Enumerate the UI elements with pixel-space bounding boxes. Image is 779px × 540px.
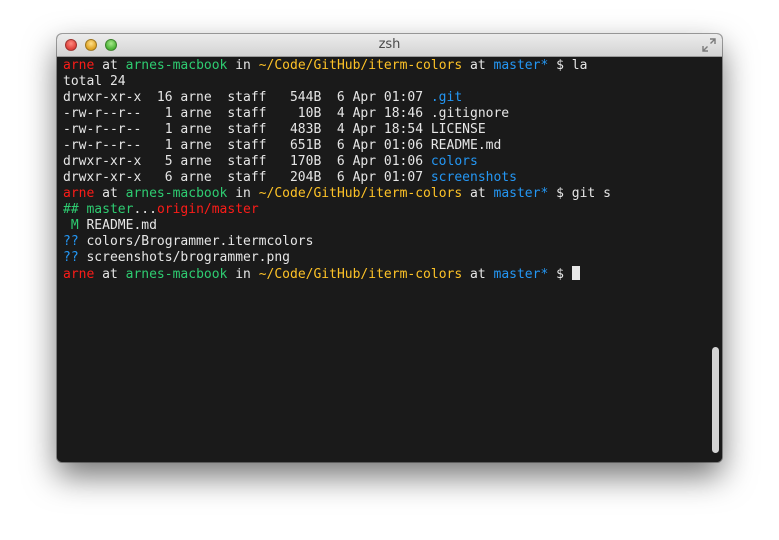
prompt-at: at — [94, 58, 126, 73]
git-untracked-line: ?? screenshots/brogrammer.png — [63, 250, 722, 266]
terminal-window: zsh arne at arnes-macbook in ~/Code/GitH… — [57, 34, 722, 462]
prompt-branch: master* — [493, 58, 549, 73]
git-local-branch: master — [86, 202, 134, 217]
prompt-user: arne — [63, 58, 95, 73]
prompt-branch: master* — [493, 186, 549, 201]
prompt-in: in — [227, 58, 259, 73]
window-title: zsh — [378, 37, 401, 52]
git-dots: ... — [133, 202, 157, 217]
ls-row: -rw-r--r-- 1 arne staff 651B 6 Apr 01:06… — [63, 138, 722, 154]
ls-row: -rw-r--r-- 1 arne staff 483B 4 Apr 18:54… — [63, 122, 722, 138]
command-text: git s — [571, 186, 611, 201]
git-untracked-file: colors/Brogrammer.itermcolors — [86, 234, 314, 249]
ls-row-name: .git — [430, 90, 463, 105]
ls-total: total 24 — [63, 74, 126, 89]
prompt-symbol: $ — [548, 186, 572, 201]
prompt-user: arne — [63, 267, 95, 282]
prompt-line: arne at arnes-macbook in ~/Code/GitHub/i… — [63, 266, 722, 282]
ls-row: drwxr-xr-x 16 arne staff 544B 6 Apr 01:0… — [63, 90, 722, 106]
terminal-output[interactable]: arne at arnes-macbook in ~/Code/GitHub/i… — [57, 57, 722, 462]
ls-row-meta: -rw-r--r-- 1 arne staff 651B 6 Apr 01:06 — [63, 138, 431, 153]
prompt-symbol: $ — [548, 267, 572, 282]
git-modified-file: README.md — [86, 218, 157, 233]
ls-row-name: screenshots — [430, 170, 517, 185]
git-untracked-line: ?? colors/Brogrammer.itermcolors — [63, 234, 722, 250]
prompt-at: at — [94, 267, 126, 282]
ls-row: -rw-r--r-- 1 arne staff 10B 4 Apr 18:46 … — [63, 106, 722, 122]
git-branch-marker: ## — [63, 202, 79, 217]
prompt-path: ~/Code/GitHub/iterm-colors — [258, 267, 463, 282]
ls-row-meta: drwxr-xr-x 5 arne staff 170B 6 Apr 01:06 — [63, 154, 431, 169]
ls-row-meta: -rw-r--r-- 1 arne staff 10B 4 Apr 18:46 — [63, 106, 431, 121]
ls-row-name: colors — [430, 154, 478, 169]
text-cursor — [571, 266, 580, 280]
prompt-at2: at — [462, 186, 494, 201]
ls-row-meta: -rw-r--r-- 1 arne staff 483B 4 Apr 18:54 — [63, 122, 431, 137]
prompt-line: arne at arnes-macbook in ~/Code/GitHub/i… — [63, 186, 722, 202]
ls-row-name: .gitignore — [430, 106, 510, 121]
prompt-in: in — [227, 186, 259, 201]
scrollbar-thumb[interactable] — [712, 347, 719, 453]
git-branch-line: ## master...origin/master — [63, 202, 722, 218]
prompt-host: arnes-macbook — [125, 267, 228, 282]
git-untracked-flag: ?? — [63, 234, 79, 249]
prompt-host: arnes-macbook — [125, 186, 228, 201]
prompt-path: ~/Code/GitHub/iterm-colors — [258, 58, 463, 73]
ls-row-name: README.md — [430, 138, 502, 153]
title-bar: zsh — [57, 34, 722, 57]
prompt-line: arne at arnes-macbook in ~/Code/GitHub/i… — [63, 58, 722, 74]
git-modified-line: M README.md — [63, 218, 722, 234]
ls-row: drwxr-xr-x 6 arne staff 204B 6 Apr 01:07… — [63, 170, 722, 186]
git-untracked-flag: ?? — [63, 250, 79, 265]
prompt-at2: at — [462, 58, 494, 73]
prompt-host: arnes-macbook — [125, 58, 228, 73]
git-remote-branch: origin/master — [156, 202, 259, 217]
ls-row-meta: drwxr-xr-x 6 arne staff 204B 6 Apr 01:07 — [63, 170, 431, 185]
ls-row: drwxr-xr-x 5 arne staff 170B 6 Apr 01:06… — [63, 154, 722, 170]
git-untracked-file: screenshots/brogrammer.png — [86, 250, 290, 265]
prompt-user: arne — [63, 186, 95, 201]
ls-row-name: LICENSE — [430, 122, 486, 137]
prompt-symbol: $ — [548, 58, 572, 73]
fullscreen-icon[interactable] — [702, 38, 716, 52]
prompt-at2: at — [462, 267, 494, 282]
prompt-in: in — [227, 267, 259, 282]
command-text: la — [571, 58, 588, 73]
git-modified-flag: M — [63, 218, 79, 233]
prompt-branch: master* — [493, 267, 549, 282]
ls-row-meta: drwxr-xr-x 16 arne staff 544B 6 Apr 01:0… — [63, 90, 431, 105]
prompt-at: at — [94, 186, 126, 201]
prompt-path: ~/Code/GitHub/iterm-colors — [258, 186, 463, 201]
